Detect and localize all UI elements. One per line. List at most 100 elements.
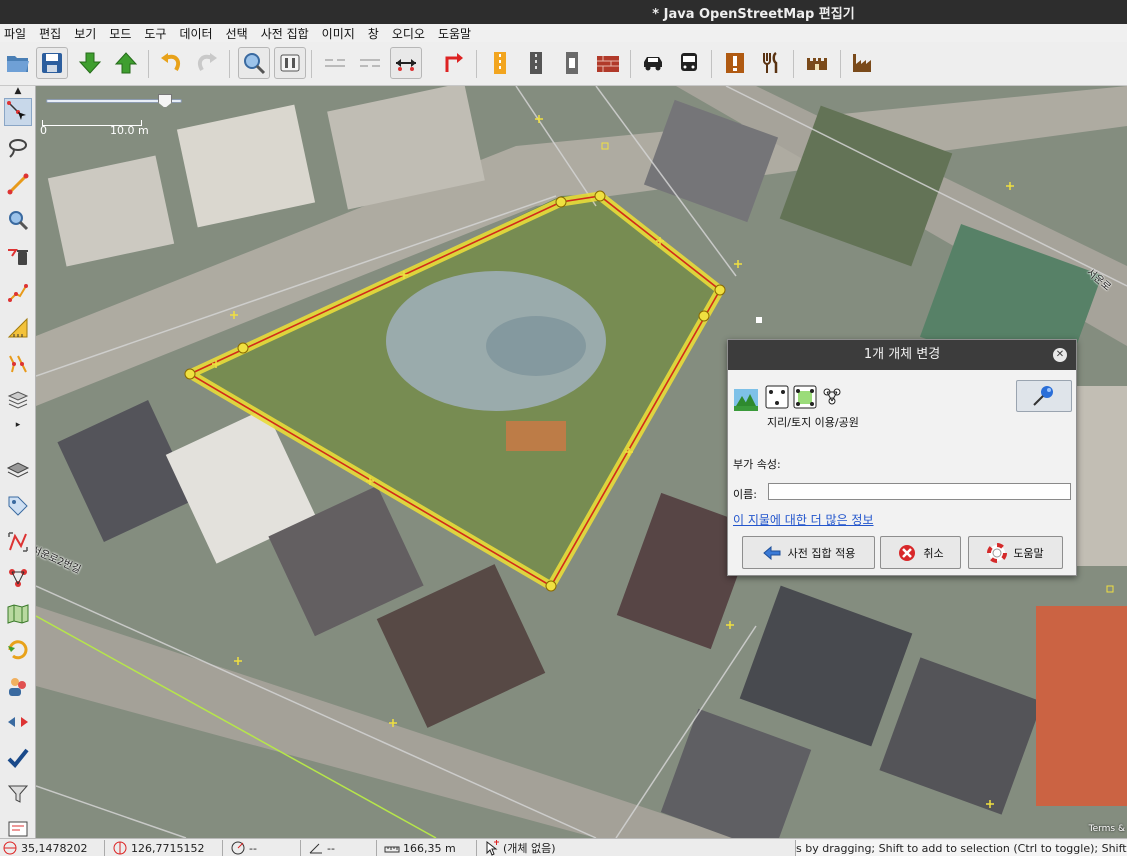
conflict-icon[interactable] bbox=[4, 708, 32, 736]
relations-icon[interactable] bbox=[4, 564, 32, 592]
imagery-layers-icon[interactable] bbox=[4, 386, 32, 414]
heading-field: -- bbox=[230, 840, 257, 856]
split-way-icon[interactable] bbox=[319, 47, 351, 79]
menu-data[interactable]: 데이터 bbox=[179, 25, 212, 42]
menu-view[interactable]: 보기 bbox=[74, 25, 96, 42]
change-object-dialog: 1개 개체 변경 ✕ 지리/토지 이용/공원 부가 속성: 이름: 이 지물에 … bbox=[727, 339, 1077, 576]
apply-preset-label: 사전 집합 적용 bbox=[787, 546, 856, 560]
menu-windows[interactable]: 창 bbox=[368, 25, 379, 42]
zoom-tool-icon[interactable] bbox=[4, 206, 32, 234]
angle-icon bbox=[309, 843, 322, 854]
upload-icon[interactable] bbox=[110, 47, 142, 79]
toolbar-separator bbox=[311, 50, 312, 78]
latitude-value: 35,1478202 bbox=[21, 841, 88, 855]
preset-wall-icon[interactable] bbox=[592, 47, 624, 79]
menu-mode[interactable]: 모드 bbox=[109, 25, 131, 42]
menu-edit[interactable]: 편집 bbox=[39, 25, 61, 42]
preset-bus-icon[interactable] bbox=[673, 47, 705, 79]
download-icon[interactable] bbox=[74, 47, 106, 79]
preset-name: 지리/토지 이용/공원 bbox=[767, 416, 859, 429]
validation-icon[interactable] bbox=[4, 744, 32, 772]
improve-way-icon[interactable] bbox=[4, 350, 32, 378]
zoom-slider[interactable] bbox=[46, 94, 182, 110]
status-bar: 35,1478202 126,7715152 -- -- 166,35 m (개… bbox=[0, 838, 1127, 856]
menu-bar: 파일 편집 보기 모드 도구 데이터 선택 사전 집합 이미지 창 오디오 도움… bbox=[0, 24, 1127, 42]
selection-field: (개체 없음) bbox=[484, 840, 556, 856]
longitude-field: 126,7715152 bbox=[112, 840, 204, 856]
selection-list-icon[interactable] bbox=[4, 528, 32, 556]
menu-audio[interactable]: 오디오 bbox=[392, 25, 425, 42]
pin-preset-button[interactable] bbox=[1016, 380, 1072, 412]
menu-help[interactable]: 도움말 bbox=[438, 25, 471, 42]
tool-palette: ▲ ▸ bbox=[0, 86, 36, 838]
lasso-tool-icon[interactable] bbox=[4, 134, 32, 162]
status-help-text: s by dragging; Shift to add to selection… bbox=[796, 840, 1127, 856]
heading-icon bbox=[231, 841, 245, 855]
angle-field: -- bbox=[308, 840, 335, 856]
preset-road-icon[interactable] bbox=[484, 47, 516, 79]
map-paint-icon[interactable] bbox=[4, 600, 32, 628]
menu-presets[interactable]: 사전 집합 bbox=[261, 25, 309, 42]
preset-traffic-light-icon[interactable] bbox=[556, 47, 588, 79]
save-icon[interactable] bbox=[36, 47, 68, 79]
authors-icon[interactable] bbox=[4, 672, 32, 700]
apply-preset-button[interactable]: 사전 집합 적용 bbox=[742, 536, 875, 569]
close-icon[interactable]: ✕ bbox=[1053, 348, 1067, 362]
delete-tool-icon[interactable] bbox=[4, 242, 32, 270]
relation-type-icon bbox=[823, 388, 841, 405]
terms-link[interactable]: Terms & bbox=[1089, 824, 1125, 834]
preset-restaurant-icon[interactable] bbox=[755, 47, 787, 79]
menu-tools[interactable]: 도구 bbox=[144, 25, 166, 42]
help-label: 도움말 bbox=[1013, 546, 1044, 560]
toolbar-separator bbox=[148, 50, 149, 78]
ruler-icon bbox=[384, 846, 400, 853]
open-file-icon[interactable] bbox=[2, 47, 34, 79]
align-line-icon[interactable] bbox=[390, 47, 422, 79]
cancel-label: 취소 bbox=[923, 546, 944, 560]
toolbar-separator bbox=[840, 50, 841, 78]
distance-value: 166,35 m bbox=[403, 841, 456, 855]
more-info-link[interactable]: 이 지물에 대한 더 많은 정보 bbox=[733, 511, 874, 528]
name-input[interactable] bbox=[768, 483, 1071, 500]
title-bar: * Java OpenStreetMap 편집기 bbox=[0, 0, 1127, 24]
combine-way-icon[interactable] bbox=[354, 47, 386, 79]
undo-icon[interactable] bbox=[155, 47, 187, 79]
preset-warning-icon[interactable] bbox=[719, 47, 751, 79]
latitude-icon bbox=[3, 841, 17, 855]
status-separator bbox=[476, 840, 477, 856]
redo-icon[interactable] bbox=[191, 47, 223, 79]
help-button[interactable]: 도움말 bbox=[968, 536, 1063, 569]
toolbar-separator bbox=[476, 50, 477, 78]
preset-industrial-icon[interactable] bbox=[847, 47, 879, 79]
preset-car-icon[interactable] bbox=[637, 47, 669, 79]
select-tool-icon[interactable] bbox=[4, 98, 32, 126]
toolbar-separator bbox=[630, 50, 631, 78]
toolbar-separator bbox=[793, 50, 794, 78]
scale-bar: 0 10.0 m bbox=[40, 116, 152, 137]
filter-icon[interactable] bbox=[4, 780, 32, 808]
preferences-icon[interactable] bbox=[274, 47, 306, 79]
scroll-down-icon[interactable]: ▸ bbox=[11, 420, 25, 430]
cancel-button[interactable]: 취소 bbox=[880, 536, 961, 569]
extra-tags-label: 부가 속성: bbox=[733, 458, 781, 471]
preset-rail-icon[interactable] bbox=[520, 47, 552, 79]
dialog-title: 1개 개체 변경 bbox=[863, 347, 941, 362]
scroll-up-icon[interactable]: ▲ bbox=[11, 86, 25, 96]
zoom-slider-thumb[interactable] bbox=[158, 94, 172, 108]
menu-imagery[interactable]: 이미지 bbox=[322, 25, 355, 42]
node-type-icon bbox=[765, 385, 789, 409]
parallel-tool-icon[interactable] bbox=[4, 278, 32, 306]
history-icon[interactable] bbox=[4, 636, 32, 664]
menu-file[interactable]: 파일 bbox=[4, 25, 26, 42]
angle-value: -- bbox=[327, 841, 335, 855]
toolbar-separator bbox=[711, 50, 712, 78]
tags-icon[interactable] bbox=[4, 492, 32, 520]
zoom-icon[interactable] bbox=[238, 47, 270, 79]
status-separator bbox=[300, 840, 301, 856]
menu-selection[interactable]: 선택 bbox=[226, 25, 248, 42]
layers-icon[interactable] bbox=[4, 456, 32, 484]
measure-tool-icon[interactable] bbox=[4, 314, 32, 342]
reverse-way-icon[interactable] bbox=[437, 47, 469, 79]
preset-castle-icon[interactable] bbox=[801, 47, 833, 79]
draw-tool-icon[interactable] bbox=[4, 170, 32, 198]
